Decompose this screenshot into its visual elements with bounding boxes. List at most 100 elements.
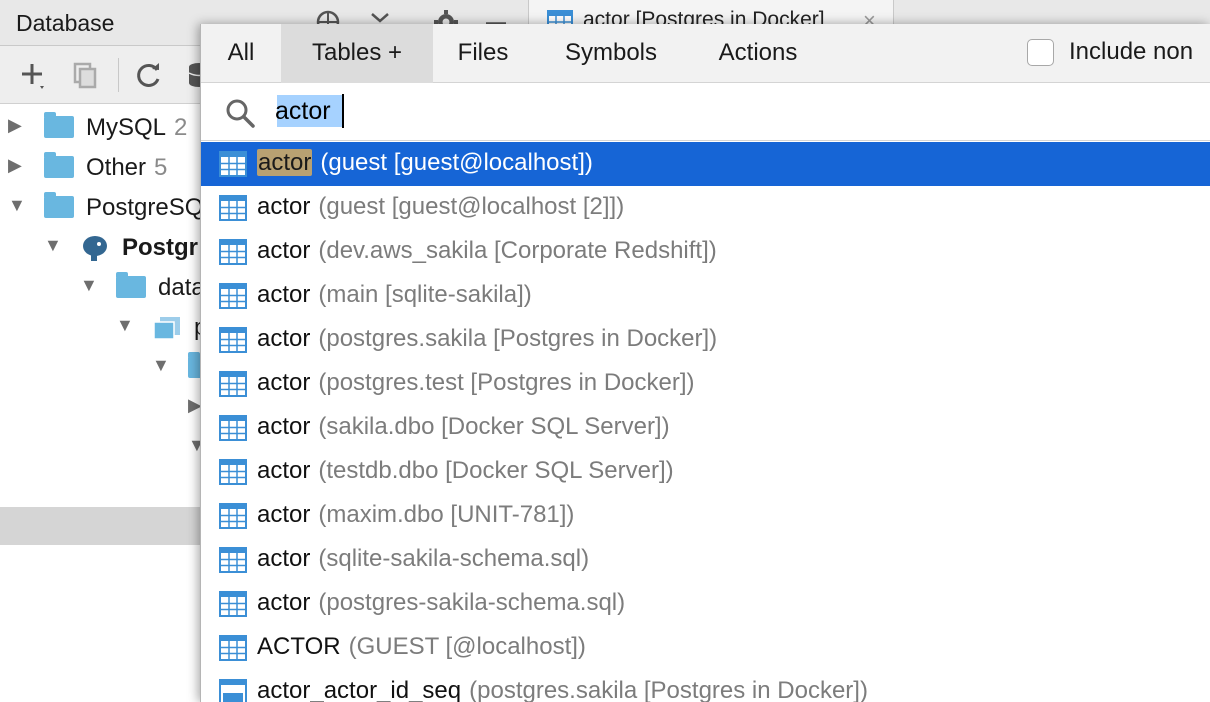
result-location: (guest [guest@localhost]) (320, 149, 593, 176)
tab-all[interactable]: All (201, 24, 281, 83)
tab-tables[interactable]: Tables + (281, 24, 433, 83)
result-location: (postgres-sakila-schema.sql) (318, 589, 626, 616)
table-icon (219, 503, 247, 529)
add-icon[interactable] (18, 60, 48, 90)
result-name: actor (sqlite-sakila-schema.sql) (257, 545, 590, 572)
table-icon (219, 547, 247, 573)
result-row[interactable]: actor (main [sqlite-sakila]) (201, 274, 1210, 318)
result-name: actor (guest [guest@localhost [2]]) (257, 193, 625, 220)
tree-item-other[interactable]: ▶ Other 5 (0, 146, 210, 186)
toolbar-separator (118, 58, 119, 92)
tree-item-sequences[interactable]: ▼ (0, 426, 210, 466)
result-location: (postgres.sakila [Postgres in Docker]) (318, 325, 718, 352)
tree-item-databases[interactable]: ▼ data (0, 266, 210, 306)
search-everywhere-popup: All Tables + Files Symbols Actions Inclu… (200, 24, 1210, 702)
result-location: (testdb.dbo [Docker SQL Server]) (318, 457, 674, 484)
table-icon (219, 327, 247, 353)
table-icon (219, 371, 247, 397)
match-highlight: actor (257, 149, 313, 176)
result-row[interactable]: actor (postgres.sakila [Postgres in Docke… (201, 318, 1210, 362)
result-row[interactable]: actor (sqlite-sakila-schema.sql) (201, 538, 1210, 582)
result-row[interactable]: actor (guest [guest@localhost]) (201, 142, 1210, 186)
result-name: actor (postgres-sakila-schema.sql) (257, 589, 626, 616)
sequence-icon (219, 679, 247, 702)
result-row[interactable]: actor (testdb.dbo [Docker SQL Server]) (201, 450, 1210, 494)
tree-item-label: Other (86, 154, 147, 181)
copy-icon[interactable] (70, 60, 100, 90)
result-location: (dev.aws_sakila [Corporate Redshift]) (318, 237, 717, 264)
expand-arrow-icon[interactable]: ▶ (8, 115, 22, 136)
tool-window-title: Database (16, 10, 115, 36)
postgres-elephant-icon (80, 234, 110, 262)
result-row[interactable]: actor (postgres.test [Postgres in Docker]… (201, 362, 1210, 406)
result-name: actor (testdb.dbo [Docker SQL Server]) (257, 457, 674, 484)
result-row[interactable]: actor (dev.aws_sakila [Corporate Redshift… (201, 230, 1210, 274)
result-name: actor (dev.aws_sakila [Corporate Redshift… (257, 237, 717, 264)
result-row[interactable]: actor (postgres-sakila-schema.sql) (201, 582, 1210, 626)
folder-icon (44, 192, 74, 218)
result-location: (GUEST [@localhost]) (348, 633, 586, 660)
collapse-arrow-icon[interactable]: ▼ (8, 195, 26, 216)
result-location: (sqlite-sakila-schema.sql) (318, 545, 590, 572)
tree-item-tables[interactable]: ▶ (0, 386, 210, 426)
table-icon (219, 415, 247, 441)
tree-item-schema[interactable]: ▼ (0, 346, 218, 386)
expand-arrow-icon[interactable]: ▶ (8, 155, 22, 176)
result-row[interactable]: actor (maxim.dbo [UNIT-781]) (201, 494, 1210, 538)
table-icon (219, 591, 247, 617)
include-non-project-label: Include non (1069, 38, 1194, 65)
collapse-arrow-icon[interactable]: ▼ (80, 275, 98, 296)
table-icon (219, 195, 247, 221)
result-name: actor_actor_id_seq (postgres.sakila [Post… (257, 677, 868, 702)
results-list: actor (guest [guest@localhost]) actor (gues… (201, 142, 1210, 702)
table-icon (219, 635, 247, 661)
result-location: (main [sqlite-sakila]) (318, 281, 532, 308)
search-icon (223, 96, 257, 130)
tree-item-count: 2 (174, 114, 188, 141)
folder-icon (116, 272, 146, 298)
collapse-arrow-icon[interactable]: ▼ (44, 235, 62, 256)
search-bar (201, 83, 1210, 141)
collapse-arrow-icon[interactable]: ▼ (116, 315, 134, 336)
result-name: actor (postgres.test [Postgres in Docker]… (257, 369, 695, 396)
result-name: actor (sakila.dbo [Docker SQL Server]) (257, 413, 670, 440)
popup-tab-bar: All Tables + Files Symbols Actions Inclu… (201, 24, 1210, 83)
result-name: actor (postgres.sakila [Postgres in Docke… (257, 325, 718, 352)
tree-item-datasource[interactable]: ▼ Postgr (0, 226, 210, 266)
table-icon (219, 283, 247, 309)
tree-item-label: data (158, 274, 205, 301)
result-name: actor (guest [guest@localhost]) (257, 149, 593, 177)
result-name: ACTOR (GUEST [@localhost]) (257, 633, 586, 660)
table-icon (219, 151, 247, 177)
tree-item-mysql[interactable]: ▶ MySQL 2 (0, 106, 210, 146)
tree-item-postgres[interactable]: ▼ p (0, 306, 210, 346)
search-input[interactable] (275, 94, 975, 128)
table-icon (219, 239, 247, 265)
tree-item-postgresql[interactable]: ▼ PostgreSQ (0, 186, 210, 226)
result-location: (guest [guest@localhost [2]]) (318, 193, 625, 220)
refresh-icon[interactable] (134, 60, 164, 90)
result-name: actor (maxim.dbo [UNIT-781]) (257, 501, 575, 528)
text-caret (342, 94, 344, 128)
result-location: (postgres.sakila [Postgres in Docker]) (469, 677, 868, 702)
tree-selection-highlight (0, 507, 210, 545)
collapse-arrow-icon[interactable]: ▼ (152, 355, 170, 376)
tree-item-label: MySQL (86, 114, 167, 141)
folder-icon (44, 152, 74, 178)
database-tree: ▶ MySQL 2 ▶ Other 5 ▼ PostgreSQ ▼ Postgr ▼… (0, 104, 218, 702)
result-location: (maxim.dbo [UNIT-781]) (318, 501, 575, 528)
table-icon (219, 459, 247, 485)
tree-item-label: Postgr (122, 234, 199, 261)
include-non-project-checkbox[interactable] (1027, 39, 1054, 66)
tab-actions[interactable]: Actions (689, 24, 827, 83)
result-row[interactable]: actor (guest [guest@localhost [2]]) (201, 186, 1210, 230)
tab-symbols[interactable]: Symbols (533, 24, 689, 83)
tab-files[interactable]: Files (433, 24, 533, 83)
tree-item-label: PostgreSQ (86, 194, 204, 221)
result-row[interactable]: actor_actor_id_seq (postgres.sakila [Post… (201, 670, 1210, 702)
result-name: actor (main [sqlite-sakila]) (257, 281, 532, 308)
folder-icon (44, 112, 74, 138)
result-row[interactable]: ACTOR (GUEST [@localhost]) (201, 626, 1210, 670)
database-stack-icon (152, 316, 182, 340)
result-row[interactable]: actor (sakila.dbo [Docker SQL Server]) (201, 406, 1210, 450)
